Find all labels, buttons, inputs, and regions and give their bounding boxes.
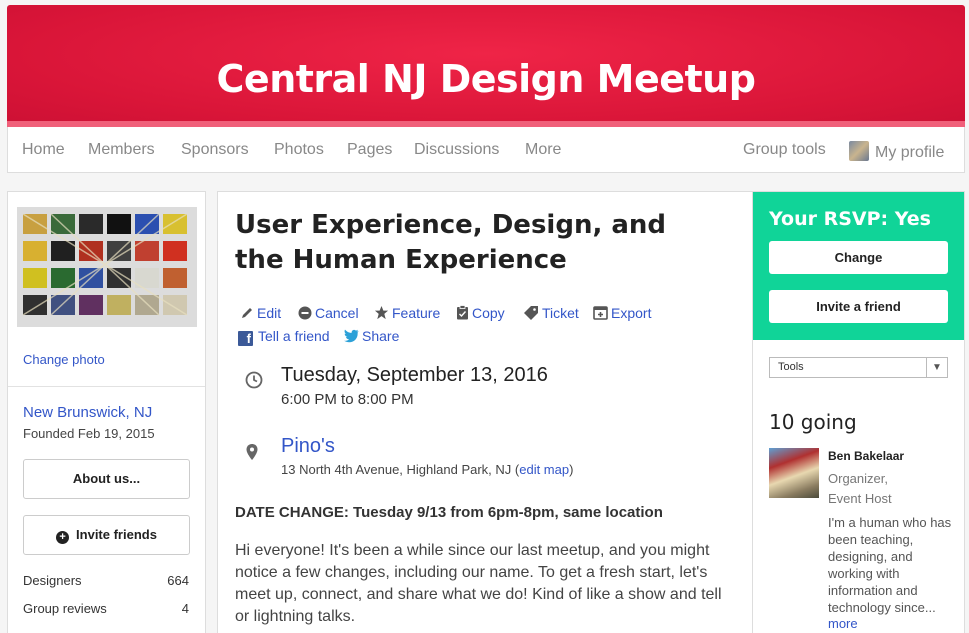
about-us-button[interactable]: About us...: [23, 459, 190, 499]
clock-icon: [245, 371, 263, 389]
stat-value: 4: [181, 601, 189, 616]
group-photo-mosaic: [22, 213, 188, 316]
my-profile-label: My profile: [875, 144, 945, 161]
rsvp-status: Your RSVP: Yes: [769, 208, 931, 230]
share-action[interactable]: Share: [343, 328, 399, 344]
tell-a-friend-label: Tell a friend: [258, 328, 330, 344]
host-avatar[interactable]: [769, 448, 819, 498]
ticket-icon: [524, 306, 538, 320]
minus-circle-icon: [298, 306, 312, 320]
stat-row-group-reviews[interactable]: Group reviews 4: [23, 601, 189, 616]
venue-name-link[interactable]: Pino's: [281, 435, 335, 458]
nav-more[interactable]: More: [525, 141, 561, 159]
nav-my-profile[interactable]: My profile: [849, 141, 944, 162]
twitter-icon: [344, 329, 359, 343]
cancel-action[interactable]: Cancel: [298, 305, 359, 321]
host-role-event-host: Event Host: [828, 491, 892, 506]
stat-label: Designers: [23, 573, 82, 588]
invite-a-friend-button[interactable]: Invite a friend: [769, 290, 948, 323]
edit-map-link[interactable]: edit map: [519, 462, 569, 477]
group-title[interactable]: Central NJ Design Meetup: [7, 57, 965, 101]
nav-pages[interactable]: Pages: [347, 141, 392, 159]
host-bio: I'm a human who has been teaching, desig…: [828, 515, 952, 615]
edit-label: Edit: [257, 305, 282, 321]
nav-home[interactable]: Home: [22, 141, 65, 159]
change-rsvp-button[interactable]: Change: [769, 241, 948, 274]
group-sidebar: Change photo New Brunswick, NJ Founded F…: [7, 191, 206, 633]
star-icon: [374, 305, 389, 320]
stat-value: 664: [167, 573, 189, 588]
feature-action[interactable]: Feature: [374, 305, 440, 321]
change-photo-link[interactable]: Change photo: [23, 352, 105, 367]
group-location-link[interactable]: New Brunswick, NJ: [23, 404, 152, 421]
invite-friends-button[interactable]: + Invite friends: [23, 515, 190, 555]
export-action[interactable]: Export: [593, 305, 651, 321]
nav-members[interactable]: Members: [88, 141, 155, 159]
copy-label: Copy: [472, 305, 505, 321]
event-time: 6:00 PM to 8:00 PM: [281, 391, 414, 408]
profile-avatar: [849, 141, 869, 161]
feature-label: Feature: [392, 305, 441, 321]
tell-a-friend-action[interactable]: f Tell a friend: [238, 328, 330, 346]
group-banner: Central NJ Design Meetup: [7, 5, 965, 127]
ticket-label: Ticket: [542, 305, 579, 321]
host-name[interactable]: Ben Bakelaar: [828, 449, 904, 463]
group-photo[interactable]: [17, 207, 197, 327]
event-description: Hi everyone! It's been a while since our…: [235, 542, 722, 625]
venue-address: 13 North 4th Avenue, Highland Park, NJ (…: [281, 462, 573, 477]
pencil-icon: [242, 308, 252, 318]
sidebar-divider: [8, 386, 205, 387]
event-main: User Experience, Design, and the Human E…: [217, 191, 753, 633]
address-text: 13 North 4th Avenue, Highland Park, NJ (: [281, 462, 520, 477]
address-close: ): [569, 462, 574, 477]
going-count: 10 going: [769, 410, 857, 434]
copy-action[interactable]: Copy: [456, 305, 505, 321]
map-pin-icon: [246, 444, 258, 460]
nav-discussions[interactable]: Discussions: [414, 141, 499, 159]
invite-friends-label: Invite friends: [76, 527, 157, 542]
tools-selected-value: Tools: [778, 361, 804, 373]
nav-sponsors[interactable]: Sponsors: [181, 141, 249, 159]
group-nav: Home Members Sponsors Photos Pages Discu…: [7, 127, 965, 173]
event-title: User Experience, Design, and the Human E…: [235, 210, 667, 275]
calendar-plus-icon: [593, 306, 608, 320]
cancel-label: Cancel: [315, 305, 359, 321]
host-bio-more-link[interactable]: more: [828, 616, 858, 631]
rsvp-panel: Your RSVP: Yes Change Invite a friend: [753, 192, 964, 340]
clipboard-icon: [457, 305, 468, 320]
chevron-down-icon: ▼: [926, 358, 947, 377]
nav-photos[interactable]: Photos: [274, 141, 324, 159]
nav-group-tools[interactable]: Group tools: [743, 141, 826, 159]
host-role-organizer: Organizer,: [828, 471, 888, 486]
share-label: Share: [362, 328, 400, 344]
ticket-action[interactable]: Ticket: [523, 305, 579, 321]
edit-action[interactable]: Edit: [240, 305, 281, 321]
stat-label: Group reviews: [23, 601, 107, 616]
date-change-notice: DATE CHANGE: Tuesday 9/13 from 6pm-8pm, …: [235, 504, 663, 521]
export-label: Export: [611, 305, 652, 321]
event-date: Tuesday, September 13, 2016: [281, 364, 548, 386]
founded-date: Founded Feb 19, 2015: [23, 426, 155, 441]
rsvp-sidebar: Your RSVP: Yes Change Invite a friend To…: [752, 191, 965, 633]
tools-dropdown[interactable]: Tools ▼: [769, 357, 948, 378]
plus-circle-icon: +: [56, 531, 70, 544]
facebook-icon: f: [238, 331, 253, 346]
stat-row-designers[interactable]: Designers 664: [23, 573, 189, 588]
